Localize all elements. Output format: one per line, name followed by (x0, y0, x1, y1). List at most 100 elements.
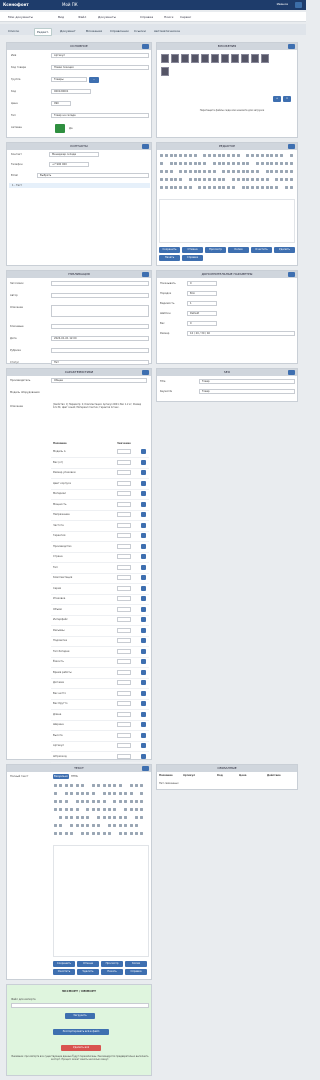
toolbar-icon[interactable] (179, 162, 183, 165)
code-input[interactable]: Новая позиция (51, 65, 149, 70)
name-input[interactable]: Артикул (51, 53, 149, 58)
meta-input[interactable]: Default (187, 311, 217, 316)
toolbar-icon[interactable] (118, 784, 122, 787)
char-edit-button[interactable] (141, 585, 146, 591)
char-edit-button[interactable] (141, 575, 146, 580)
thumbnail-image[interactable] (161, 67, 169, 76)
toolbar-icon[interactable] (75, 808, 79, 811)
toolbar-icon[interactable] (251, 178, 255, 181)
toolbar-icon[interactable] (81, 832, 84, 835)
toolbar-icon[interactable] (193, 154, 197, 157)
menu-toggle-icon[interactable] (295, 2, 302, 8)
toolbar-icon[interactable] (222, 162, 226, 165)
delete-all-button[interactable]: Удалить всё (61, 1045, 101, 1051)
meta-input[interactable]: 0 (187, 281, 217, 286)
toolbar-icon[interactable] (118, 800, 122, 803)
char-value-input[interactable] (117, 554, 131, 559)
thumbnail-image[interactable] (161, 54, 169, 63)
toolbar-icon[interactable] (64, 832, 68, 835)
char-edit-button[interactable] (141, 617, 146, 622)
meta-input[interactable]: 1 (187, 301, 217, 306)
toolbar-icon[interactable] (59, 808, 63, 811)
menu-item[interactable]: Файл (78, 15, 86, 19)
thumbnail-image[interactable] (251, 54, 259, 63)
toolbar-icon[interactable] (169, 170, 173, 173)
toolbar-icon[interactable] (59, 824, 63, 827)
thumbnail-image[interactable] (191, 54, 199, 63)
char-edit-button[interactable] (141, 596, 146, 601)
toolbar-icon[interactable] (232, 186, 235, 189)
editor-button[interactable]: Очистить (251, 247, 272, 253)
toolbar-icon[interactable] (212, 162, 216, 165)
toolbar-icon[interactable] (70, 824, 74, 827)
collapse-button[interactable] (142, 272, 149, 277)
toolbar-icon[interactable] (289, 154, 293, 157)
char-edit-button[interactable] (141, 449, 146, 454)
toolbar-icon[interactable] (198, 162, 202, 165)
text-button[interactable]: Просмотр (101, 961, 123, 967)
toolbar-icon[interactable] (270, 170, 274, 173)
toolbar-icon[interactable] (160, 170, 163, 173)
char-edit-button[interactable] (141, 554, 146, 559)
menu-item[interactable]: Вид (58, 15, 64, 19)
toolbar-icon[interactable] (246, 170, 250, 173)
toolbar-icon[interactable] (289, 162, 293, 165)
toolbar-icon[interactable] (75, 784, 79, 787)
toolbar-icon[interactable] (140, 816, 144, 819)
pub-input[interactable] (51, 281, 149, 286)
toolbar-icon[interactable] (256, 178, 259, 181)
pub-input[interactable]: 2024-01-01 12:00 (51, 336, 149, 341)
text-button[interactable]: Удалить (77, 969, 99, 975)
toolbar-icon[interactable] (102, 808, 106, 811)
toolbar-icon[interactable] (102, 784, 106, 787)
toolbar-icon[interactable] (160, 186, 163, 189)
toolbar-icon[interactable] (212, 186, 216, 189)
toolbar-icon[interactable] (232, 178, 235, 181)
toolbar-icon[interactable] (265, 170, 269, 173)
toolbar-icon[interactable] (81, 824, 84, 827)
toolbar-icon[interactable] (232, 162, 235, 165)
toolbar-icon[interactable] (227, 186, 231, 189)
maker-select[interactable]: Общее (51, 378, 147, 383)
toolbar-icon[interactable] (251, 154, 255, 157)
toolbar-icon[interactable] (193, 178, 197, 181)
toolbar-icon[interactable] (217, 186, 221, 189)
toolbar-icon[interactable] (265, 154, 269, 157)
tab[interactable]: Ссылки (132, 28, 148, 34)
user-menu[interactable]: Иванов (277, 2, 288, 6)
toolbar-icon[interactable] (70, 784, 74, 787)
collapse-button[interactable] (142, 766, 149, 771)
toolbar-icon[interactable] (64, 800, 68, 803)
toolbar-icon[interactable] (129, 824, 133, 827)
char-value-input[interactable] (117, 564, 131, 570)
toolbar-icon[interactable] (164, 178, 168, 181)
toolbar-icon[interactable] (102, 800, 106, 803)
tab[interactable]: Справочник (108, 28, 131, 34)
toolbar-icon[interactable] (54, 832, 57, 835)
toolbar-icon[interactable] (217, 162, 221, 165)
toolbar-icon[interactable] (280, 178, 283, 181)
toolbar-icon[interactable] (280, 154, 283, 157)
toolbar-icon[interactable] (203, 154, 207, 157)
collapse-button[interactable] (142, 370, 149, 375)
char-value-input[interactable] (117, 533, 131, 538)
toolbar-icon[interactable] (280, 162, 283, 165)
char-value-input[interactable] (117, 459, 131, 465)
toolbar-icon[interactable] (198, 178, 202, 181)
thumbnail-image[interactable] (211, 54, 219, 63)
toolbar-icon[interactable] (241, 178, 245, 181)
tab[interactable]: Автоматическое (152, 28, 182, 34)
toolbar-icon[interactable] (64, 792, 68, 795)
char-edit-button[interactable] (141, 627, 146, 633)
toolbar-icon[interactable] (256, 186, 259, 189)
editor-button[interactable]: Сохранить (159, 247, 180, 253)
export-all-button[interactable]: Экспортировать всё в файл (53, 1029, 109, 1035)
toolbar-icon[interactable] (113, 824, 117, 827)
toolbar-icon[interactable] (260, 154, 264, 157)
toolbar-icon[interactable] (236, 178, 240, 181)
toolbar-icon[interactable] (59, 832, 63, 835)
toolbar-icon[interactable] (124, 792, 128, 795)
editor-button[interactable]: Копия (228, 247, 249, 253)
toolbar-icon[interactable] (91, 784, 95, 787)
toolbar-icon[interactable] (86, 808, 90, 811)
